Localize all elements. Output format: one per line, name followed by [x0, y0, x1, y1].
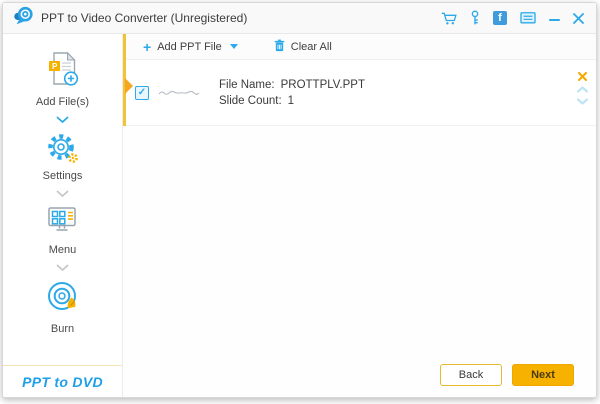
- slide-count-value: 1: [288, 95, 294, 107]
- sidebar-item-burn[interactable]: Burn: [46, 280, 80, 335]
- brand-logo: PPT to DVD: [22, 374, 103, 390]
- next-button[interactable]: Next: [512, 364, 574, 386]
- dropdown-caret-icon: [230, 44, 238, 49]
- cart-icon[interactable]: [441, 11, 457, 26]
- move-down-icon[interactable]: [577, 98, 588, 105]
- file-list-empty-area: [123, 126, 596, 353]
- settings-icon: [46, 132, 79, 165]
- minimize-icon[interactable]: [549, 15, 560, 21]
- sidebar-item-label: Menu: [49, 244, 77, 256]
- titlebar: PPT to Video Converter (Unregistered) f: [3, 3, 596, 34]
- file-info: File Name:PROTTPLV.PPT Slide Count:1: [219, 79, 365, 107]
- register-key-icon[interactable]: [470, 10, 480, 26]
- feedback-icon[interactable]: [520, 11, 536, 25]
- burn-icon: [46, 280, 80, 318]
- close-icon[interactable]: [573, 13, 584, 24]
- file-list-row[interactable]: ✓ File Name:PROTTPLV.PPT Slide Count:1: [123, 60, 596, 126]
- sidebar-item-menu[interactable]: Menu: [46, 206, 79, 256]
- trash-icon: [274, 39, 285, 55]
- app-window: PPT to Video Converter (Unregistered) f: [2, 2, 597, 398]
- sidebar-item-label: Burn: [51, 323, 74, 335]
- row-actions: [577, 72, 588, 105]
- slide-thumbnail: [157, 84, 203, 102]
- file-name-line: File Name:PROTTPLV.PPT: [219, 79, 365, 91]
- selection-arrow-marker: [125, 78, 133, 94]
- window-title: PPT to Video Converter (Unregistered): [41, 11, 247, 25]
- chevron-down-icon: [56, 182, 69, 206]
- file-checkbox[interactable]: ✓: [135, 86, 149, 100]
- sidebar-item-settings[interactable]: Settings: [43, 132, 83, 182]
- facebook-icon[interactable]: f: [493, 11, 507, 25]
- sidebar-item-label: Settings: [43, 170, 83, 182]
- file-name-value: PROTTPLV.PPT: [281, 79, 365, 91]
- plus-icon: +: [143, 40, 151, 54]
- clear-all-button[interactable]: Clear All: [274, 39, 332, 55]
- chevron-down-icon: [56, 256, 69, 280]
- back-button[interactable]: Back: [440, 364, 502, 386]
- toolbar: + Add PPT File Clear All: [123, 34, 596, 60]
- sidebar: P Add File(s): [3, 34, 123, 397]
- checkbox-check-icon: ✓: [138, 88, 146, 98]
- chevron-down-icon: [56, 108, 69, 132]
- sidebar-footer: PPT to DVD: [3, 365, 122, 397]
- add-ppt-file-button[interactable]: + Add PPT File: [143, 40, 238, 54]
- menu-icon: [46, 206, 79, 239]
- slide-count-line: Slide Count:1: [219, 95, 365, 107]
- sidebar-item-label: Add File(s): [36, 96, 89, 108]
- move-up-icon[interactable]: [577, 86, 588, 93]
- svg-text:P: P: [52, 62, 58, 71]
- main-content: + Add PPT File Clear All: [123, 34, 596, 397]
- sidebar-item-add-files[interactable]: P Add File(s): [36, 51, 89, 108]
- footer-bar: Back Next: [123, 353, 596, 397]
- app-logo-icon: [12, 5, 34, 32]
- remove-file-icon[interactable]: [578, 72, 587, 81]
- add-file-icon: P: [46, 51, 79, 91]
